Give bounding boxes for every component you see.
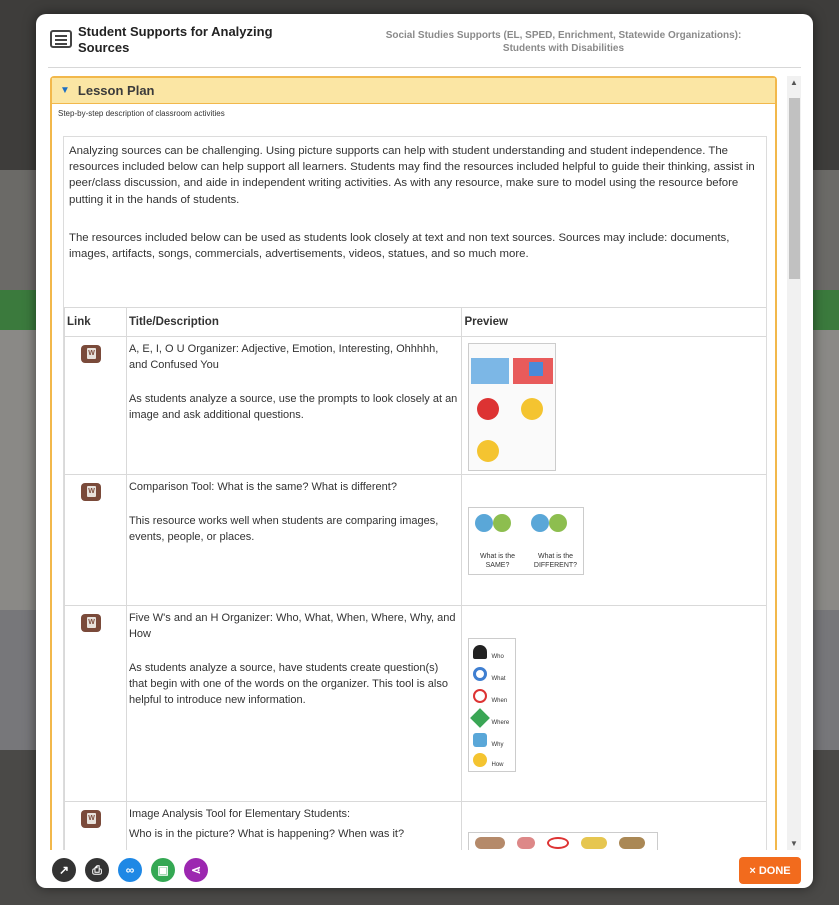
resource-title: Comparison Tool: What is the same? What … — [128, 481, 397, 493]
link-cell: W — [64, 801, 127, 850]
table-row: W Comparison Tool: What is the same? Wha… — [64, 474, 766, 606]
title-cell: Five W's and an H Organizer: Who, What, … — [125, 605, 463, 802]
lesson-plan-panel: ▼ Lesson Plan Step-by-step description o… — [50, 76, 777, 850]
scroll-down-icon[interactable]: ▼ — [790, 839, 798, 848]
table-row: W Five W's and an H Organizer: Who, What… — [64, 605, 766, 802]
external-link-icon[interactable]: ↗ — [52, 858, 76, 882]
link-cell: W — [64, 474, 127, 606]
scroll-up-icon[interactable]: ▲ — [790, 78, 798, 87]
caret-down-icon: ▼ — [60, 85, 70, 96]
google-classroom-icon[interactable]: ▣ — [151, 858, 175, 882]
link-cell: W — [64, 605, 127, 802]
resource-title: Five W's and an H Organizer: Who, What, … — [128, 612, 456, 640]
header-divider — [48, 67, 801, 68]
scrollbar-thumb[interactable] — [789, 98, 800, 279]
word-document-icon[interactable]: W — [81, 810, 101, 828]
resource-modal: Student Supports for Analyzing Sources S… — [36, 14, 813, 888]
preview-thumbnail-aeiou[interactable] — [468, 343, 557, 471]
preview-label-different: What is the DIFFERENT? — [533, 553, 578, 569]
modal-footer: ↗ ⎙ ∞ ▣ ⋖ × DONE — [36, 850, 813, 888]
done-button[interactable]: × DONE — [739, 857, 801, 884]
lesson-plan-title: Lesson Plan — [77, 83, 155, 98]
preview-cell: What is the SAME? What is the DIFFERENT? — [461, 474, 766, 606]
col-header-title: Title/Description — [125, 307, 463, 337]
modal-title: Student Supports for Analyzing Sources — [78, 24, 273, 55]
title-cell: Comparison Tool: What is the same? What … — [125, 474, 463, 606]
preview-thumbnail-five-ws[interactable]: Who What When Where Why How — [468, 638, 517, 772]
title-cell: Image Analysis Tool for Elementary Stude… — [125, 801, 463, 850]
resource-description: This resource works well when students a… — [128, 515, 439, 543]
table-row: W Image Analysis Tool for Elementary Stu… — [64, 801, 766, 850]
preview-label-where: Where — [491, 720, 510, 726]
table-row: W A, E, I, O U Organizer: Adjective, Emo… — [64, 336, 766, 475]
modal-header: Student Supports for Analyzing Sources S… — [36, 14, 813, 66]
resource-description: As students analyze a source, use the pr… — [128, 393, 458, 421]
word-document-icon[interactable]: W — [81, 483, 101, 501]
share-icon[interactable]: ⋖ — [184, 858, 208, 882]
title-cell: A, E, I, O U Organizer: Adjective, Emoti… — [125, 336, 463, 475]
preview-label-why: Why — [491, 742, 504, 748]
lesson-plan-description: Step-by-step description of classroom ac… — [58, 109, 225, 118]
preview-label-when: When — [491, 698, 508, 704]
vertical-scrollbar[interactable]: ▲ ▼ — [787, 76, 801, 850]
link-icon[interactable]: ∞ — [118, 858, 142, 882]
preview-label-same: What is the SAME? — [479, 553, 515, 569]
resource-title: A, E, I, O U Organizer: Adjective, Emoti… — [128, 343, 439, 371]
resource-title: Image Analysis Tool for Elementary Stude… — [128, 808, 351, 820]
preview-cell — [461, 336, 766, 475]
intro-paragraph: Analyzing sources can be challenging. Us… — [69, 145, 755, 206]
modal-scroll-area[interactable]: ▼ Lesson Plan Step-by-step description o… — [50, 76, 777, 850]
resources-table: Link Title/Description Preview W A, E, I… — [64, 307, 766, 850]
link-cell: W — [64, 336, 127, 475]
preview-label-how: How — [491, 762, 504, 768]
lesson-plan-toggle[interactable]: ▼ Lesson Plan — [52, 78, 775, 104]
sources-paragraph: The resources included below can be used… — [69, 231, 730, 261]
table-header-row: Link Title/Description Preview — [64, 307, 766, 337]
resource-description: As students analyze a source, have stude… — [128, 662, 448, 706]
word-document-icon[interactable]: W — [81, 614, 101, 632]
print-icon[interactable]: ⎙ — [85, 858, 109, 882]
modal-subtitle: Social Studies Supports (EL, SPED, Enric… — [385, 30, 742, 54]
resource-description: Who is in the picture? What is happening… — [128, 828, 405, 840]
preview-cell: Who What When Where Why How — [461, 605, 766, 802]
preview-thumbnail-image-analysis[interactable] — [468, 832, 659, 850]
document-list-icon — [50, 30, 72, 48]
preview-label-who: Who — [491, 654, 504, 660]
preview-label-what: What — [491, 676, 506, 682]
preview-thumbnail-comparison[interactable]: What is the SAME? What is the DIFFERENT? — [468, 507, 585, 575]
word-document-icon[interactable]: W — [81, 345, 101, 363]
lesson-plan-content: Analyzing sources can be challenging. Us… — [63, 136, 767, 850]
col-header-preview: Preview — [461, 307, 766, 337]
col-header-link: Link — [64, 307, 127, 337]
preview-cell — [461, 801, 766, 850]
